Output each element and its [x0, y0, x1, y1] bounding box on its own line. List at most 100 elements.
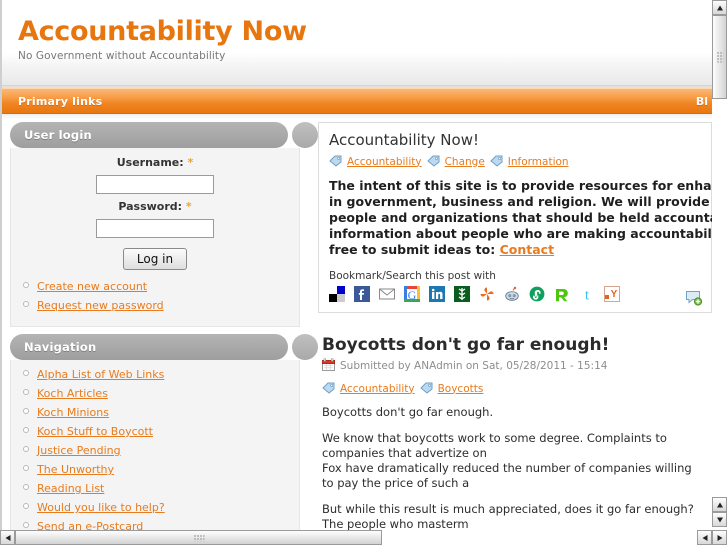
scroll-left-button[interactable]	[0, 530, 15, 545]
horizontal-scrollbar-thumb[interactable]	[15, 530, 382, 545]
sidebar-item-koch-minions[interactable]: Koch Minions	[21, 404, 289, 423]
nav-link[interactable]: Alpha List of Web Links	[37, 368, 164, 381]
term-link[interactable]: Change	[445, 156, 485, 168]
node-body: The intent of this site is to provide re…	[329, 178, 712, 258]
nav-link[interactable]: Koch Minions	[37, 406, 109, 419]
request-new-password-link[interactable]: Request new password	[37, 299, 164, 312]
login-button-wrap: Log in	[21, 248, 289, 270]
site-header: Accountability Now No Government without…	[2, 0, 712, 85]
newsvine-icon[interactable]	[454, 286, 470, 302]
tag-icon	[426, 152, 440, 171]
body-line: information about people who are making …	[329, 226, 712, 241]
login-help-links: Create new account Request new password	[21, 278, 289, 316]
bullet-icon	[23, 522, 29, 528]
bookmark-label: Bookmark/Search this post with	[329, 270, 496, 282]
vertical-scrollbar-trough[interactable]	[712, 99, 727, 497]
reddit-icon[interactable]	[504, 286, 520, 302]
stumbleupon-icon[interactable]	[529, 286, 545, 302]
yahoobuzz-icon[interactable]: Y	[604, 286, 620, 302]
delicious-icon[interactable]	[329, 286, 345, 302]
term-link[interactable]: Information	[508, 156, 569, 168]
arrow-up-icon	[716, 5, 723, 10]
scroll-right-button[interactable]	[712, 530, 727, 545]
vertical-scrollbar-thumb[interactable]	[712, 15, 727, 99]
password-label: Password: *	[21, 200, 289, 213]
sidebar-item-justice-pending[interactable]: Justice Pending	[21, 442, 289, 461]
body-line: people and organizations that should be …	[329, 210, 712, 225]
vertical-scrollbar[interactable]	[712, 0, 727, 531]
twitter-icon[interactable]: t	[579, 286, 595, 304]
nav-link[interactable]: The Unworthy	[37, 463, 114, 476]
horizontal-scrollbar-trough[interactable]	[382, 530, 697, 545]
nav-link[interactable]: Reading List	[37, 482, 104, 495]
create-new-account-link[interactable]: Create new account	[37, 280, 147, 293]
bullet-icon	[23, 465, 29, 471]
body-line-with-link: free to submit ideas to: Contact	[329, 242, 555, 257]
required-marker: *	[187, 156, 194, 169]
term-link[interactable]: Accountability	[347, 156, 422, 168]
block-knob-icon	[292, 334, 318, 360]
username-input[interactable]	[96, 175, 214, 194]
svg-text:G: G	[408, 288, 417, 302]
mixx-icon[interactable]	[479, 286, 495, 302]
sidebar-item-reading-list[interactable]: Reading List	[21, 480, 289, 499]
primary-links-label: Primary links	[18, 94, 103, 108]
scroll-up-button[interactable]	[712, 0, 727, 15]
nav-link[interactable]: Justice Pending	[37, 444, 121, 457]
google-icon[interactable]: G	[404, 286, 420, 302]
password-input[interactable]	[96, 219, 214, 238]
site-slogan: No Government without Accountability	[18, 50, 226, 63]
nav-link[interactable]: Koch Stuff to Boycott	[37, 425, 153, 438]
scroll-left-button-end[interactable]	[697, 530, 712, 545]
bullet-icon	[23, 446, 29, 452]
user-login-form: Username: * Password: * Log in Create ne…	[10, 148, 300, 327]
username-form-item: Username: *	[21, 156, 289, 194]
block-user-login: User login Username: * Password: * Log i…	[10, 122, 318, 327]
tag-icon	[329, 152, 342, 171]
bookmark-icons-row: G t Y	[329, 286, 701, 304]
list-item: Create new account	[21, 278, 289, 297]
sidebar-item-koch-articles[interactable]: Koch Articles	[21, 385, 289, 404]
primary-links-bar[interactable]: Primary links Bl	[2, 88, 712, 114]
add-comment-icon[interactable]	[685, 290, 703, 306]
bullet-icon	[23, 503, 29, 509]
nav-link[interactable]: Would you like to help?	[37, 501, 165, 514]
node-body: Boycotts don't go far enough. We know th…	[322, 405, 702, 531]
email-icon[interactable]	[379, 286, 395, 302]
technorati-icon[interactable]	[554, 286, 570, 302]
sidebar-item-would-you-like-to-help[interactable]: Would you like to help?	[21, 499, 289, 518]
list-item: Request new password	[21, 297, 289, 316]
arrow-down-icon	[716, 517, 723, 522]
facebook-icon[interactable]	[354, 286, 370, 302]
sidebar-item-alpha-list-of-web-links[interactable]: Alpha List of Web Links	[21, 366, 289, 385]
term-link[interactable]: Accountability	[340, 383, 415, 395]
bullet-icon	[23, 408, 29, 414]
bullet-icon	[23, 282, 29, 288]
contact-link[interactable]: Contact	[500, 242, 554, 257]
block-title-navigation: Navigation	[10, 334, 288, 360]
arrow-right-icon	[717, 534, 722, 541]
svg-text:t: t	[585, 288, 590, 303]
site-name[interactable]: Accountability Now	[18, 17, 712, 46]
scroll-down-button[interactable]	[712, 512, 727, 527]
tag-icon	[322, 379, 335, 398]
linkedin-icon[interactable]	[429, 286, 445, 302]
primary-links-truncated-item[interactable]: Bl	[696, 95, 708, 108]
page-content: Accountability Now No Government without…	[0, 0, 712, 531]
grip-icon	[716, 51, 723, 63]
term-link[interactable]: Boycotts	[438, 383, 484, 395]
scroll-up-button-bottom[interactable]	[712, 497, 727, 512]
log-in-button[interactable]: Log in	[122, 248, 188, 270]
nav-link[interactable]: Koch Articles	[37, 387, 108, 400]
body-line: in government, business and religion. We…	[329, 194, 712, 209]
page-title: Accountability Now!	[329, 131, 479, 149]
bullet-icon	[23, 484, 29, 490]
block-knob-icon	[292, 122, 318, 148]
sidebar-item-the-unworthy[interactable]: The Unworthy	[21, 461, 289, 480]
sidebar-item-koch-stuff-to-boycott[interactable]: Koch Stuff to Boycott	[21, 423, 289, 442]
horizontal-scrollbar[interactable]	[0, 530, 727, 545]
submitted-line: Submitted by ANAdmin on Sat, 05/28/2011 …	[322, 358, 702, 374]
required-marker: *	[185, 200, 192, 213]
taxonomy-terms: Accountability Boycotts	[322, 379, 702, 398]
bullet-icon	[23, 370, 29, 376]
